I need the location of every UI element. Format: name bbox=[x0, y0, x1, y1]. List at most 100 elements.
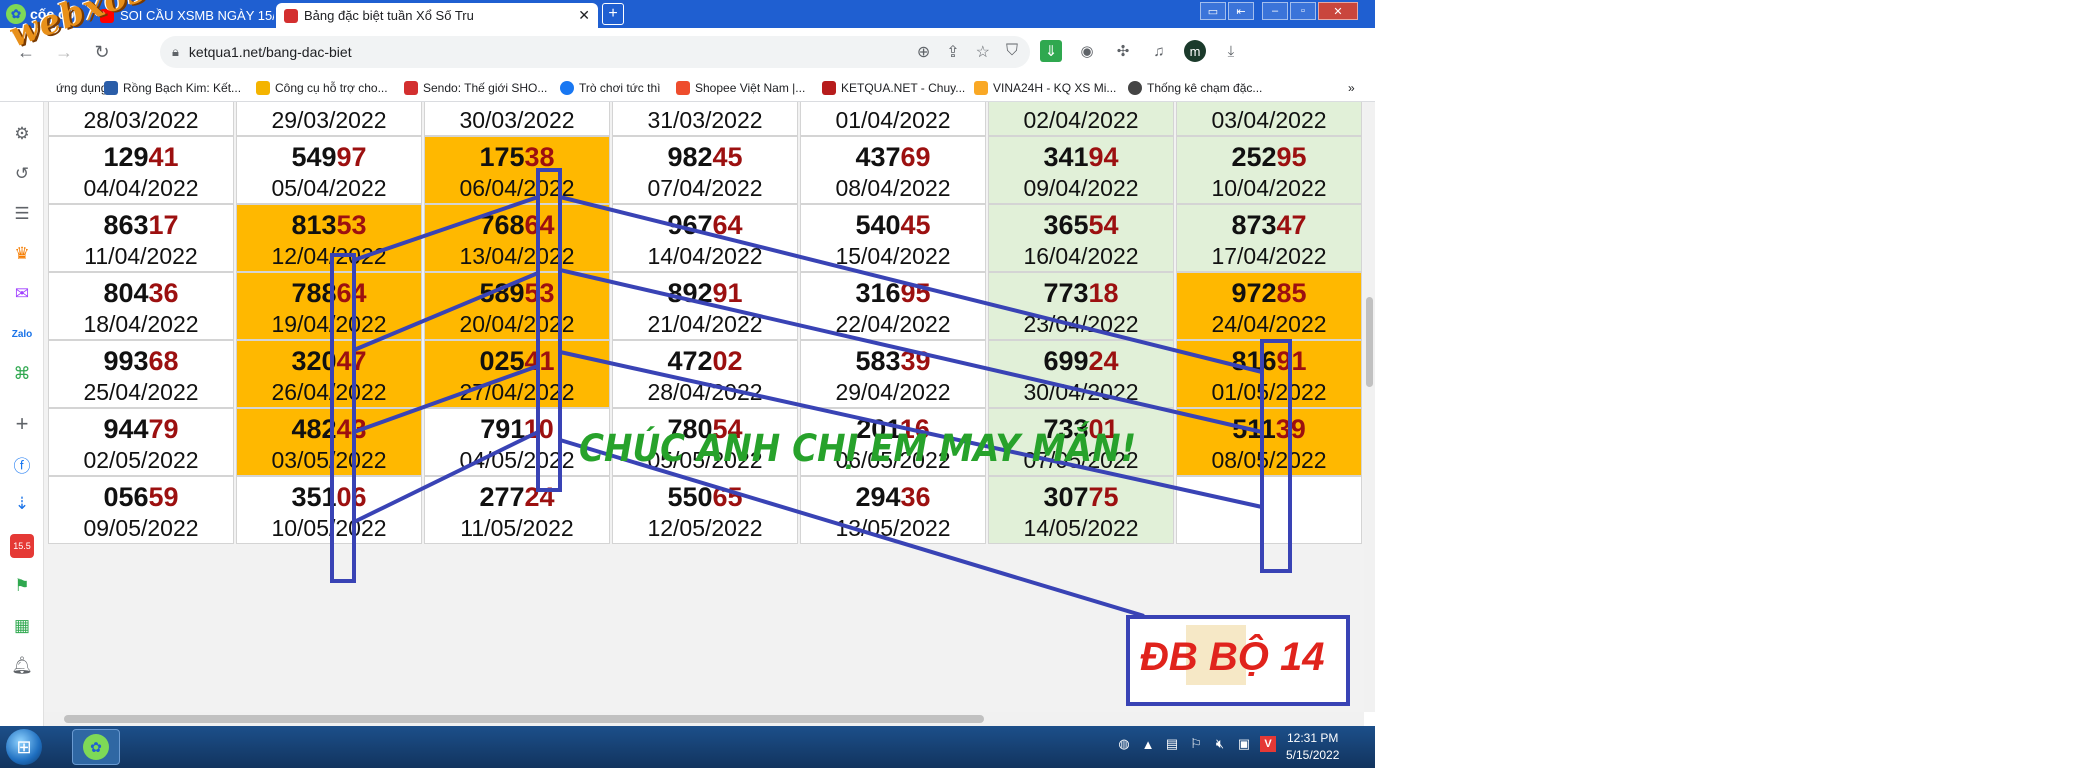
prize-date: 14/05/2022 bbox=[1023, 515, 1139, 541]
prize-number-prefix: 791 bbox=[480, 414, 524, 444]
game-controller-icon[interactable]: ⌘ bbox=[10, 362, 34, 386]
horizontal-scrollbar-thumb[interactable] bbox=[64, 715, 984, 723]
side-panel: ⚙ ↺ ☰ ♛ ✉ Zalo ⌘ + ⓕ ⇣ 15.5 ⚑ ▦ 🔔︎ bbox=[0, 102, 44, 727]
bookmark-item[interactable]: Trò chơi tức thì bbox=[560, 81, 660, 95]
vertical-scrollbar-thumb[interactable] bbox=[1366, 297, 1373, 387]
share-icon[interactable]: ⇪ bbox=[946, 42, 959, 62]
reading-list-icon[interactable]: ☰ bbox=[10, 202, 34, 226]
tab-bang-dac-biet[interactable]: Bảng đặc biệt tuần Xổ Số Tru ✕ bbox=[276, 3, 598, 28]
prize-number-tail: 64 bbox=[336, 278, 367, 308]
prize-number-tail: 36 bbox=[148, 278, 179, 308]
facebook-icon[interactable]: ⓕ bbox=[10, 452, 34, 476]
history-icon[interactable]: ↺ bbox=[10, 162, 34, 186]
prize-date: 29/03/2022 bbox=[271, 107, 387, 133]
crown-icon[interactable]: ♛ bbox=[10, 242, 34, 266]
bookmark-item[interactable]: KETQUA.NET - Chuy... bbox=[822, 81, 965, 95]
system-clock[interactable]: 12:31 PM 5/15/2022 bbox=[1286, 730, 1339, 764]
prize-cell: 48243 03/05/2022 bbox=[236, 408, 422, 476]
bookmark-star-icon[interactable]: ☆ bbox=[976, 42, 990, 62]
prize-cell: 54997 05/04/2022 bbox=[236, 136, 422, 204]
maximize-icon[interactable]: ▫ bbox=[1290, 2, 1316, 20]
browser-window: ✿ cốc cốc SOI CẦU XSMB NGÀY 15/05 ✕ Bảng… bbox=[0, 0, 1375, 768]
network-globe-icon[interactable]: ◍ bbox=[1116, 736, 1132, 752]
vertical-scrollbar[interactable] bbox=[1364, 102, 1375, 712]
bookmark-item[interactable]: Rồng Bạch Kim: Kết... bbox=[104, 81, 241, 95]
result-box: ĐB BỘ 14 bbox=[1126, 615, 1350, 706]
prize-cell: 31762 02/04/2022 bbox=[988, 102, 1174, 136]
downloads-icon[interactable]: ⤓ bbox=[1220, 40, 1242, 62]
prize-number-tail: 44 bbox=[525, 102, 555, 104]
prize-number-prefix: 056 bbox=[103, 482, 149, 512]
volume-muted-icon[interactable]: 🔇︎ bbox=[1212, 736, 1228, 752]
download-arrow-icon[interactable]: ⇓ bbox=[1040, 40, 1062, 62]
prize-cell: 31695 22/04/2022 bbox=[800, 272, 986, 340]
prize-number-prefix: 129 bbox=[103, 142, 149, 172]
prize-number-prefix: 320 bbox=[291, 346, 337, 376]
profile-avatar[interactable]: m bbox=[1184, 40, 1206, 62]
extensions-puzzle-icon[interactable]: ✣ bbox=[1112, 40, 1134, 62]
bookmark-item[interactable]: Sendo: Thế giới SHO... bbox=[404, 81, 547, 95]
notification-bell-icon[interactable]: 🔔︎ bbox=[10, 654, 34, 678]
prize-number-tail: 91 bbox=[712, 278, 743, 308]
start-button[interactable]: ⊞ bbox=[6, 729, 42, 765]
prize-date: 20/04/2022 bbox=[459, 311, 575, 337]
download-icon[interactable]: ⇣ bbox=[10, 492, 34, 516]
prize-number-tail: 45 bbox=[900, 210, 931, 240]
bookmark-item[interactable]: Shopee Việt Nam |... bbox=[676, 81, 805, 95]
prize-number-tail: 94 bbox=[1088, 142, 1119, 172]
zalo-icon[interactable]: Zalo bbox=[10, 322, 34, 346]
bookmark-item[interactable]: Công cụ hỗ trợ cho... bbox=[256, 81, 388, 95]
bookmark-item[interactable]: Thống kê chạm đặc... bbox=[1128, 81, 1262, 95]
taskbar-app-coccoc[interactable]: ✿ bbox=[72, 729, 120, 765]
antivirus-icon[interactable]: V bbox=[1260, 736, 1276, 752]
bookmark-item[interactable]: ứng dụng bbox=[56, 81, 107, 95]
reload-icon[interactable]: ↻ bbox=[90, 40, 114, 64]
media-control-icon[interactable]: ♫ bbox=[1148, 40, 1170, 62]
prize-number: 78864 bbox=[237, 277, 421, 309]
network-icon[interactable]: ▤ bbox=[1164, 736, 1180, 752]
prize-number-prefix: 540 bbox=[855, 210, 901, 240]
device-icon[interactable]: ▣ bbox=[1236, 736, 1252, 752]
prize-number-tail: 62 bbox=[1089, 102, 1119, 104]
flag-icon[interactable]: ⚐ bbox=[1188, 736, 1204, 752]
back-to-top-icon[interactable]: ⇤ bbox=[1228, 2, 1254, 20]
prize-number: 48243 bbox=[237, 413, 421, 445]
bookmark-item[interactable]: VINA24H - KQ XS Mi... bbox=[974, 81, 1116, 95]
messenger-icon[interactable]: ✉ bbox=[10, 282, 34, 306]
close-tab-icon[interactable]: ✕ bbox=[578, 7, 590, 24]
chrome-icon[interactable]: ◉ bbox=[1076, 40, 1098, 62]
prize-number-prefix: 813 bbox=[291, 210, 337, 240]
minimize-icon[interactable]: – bbox=[1262, 2, 1288, 20]
prize-number-prefix: 892 bbox=[667, 278, 713, 308]
close-window-icon[interactable]: ✕ bbox=[1318, 2, 1358, 20]
prize-number-prefix: 482 bbox=[291, 414, 337, 444]
translate-icon[interactable]: ⚑ bbox=[10, 574, 34, 598]
prize-number-prefix: 365 bbox=[1043, 210, 1089, 240]
show-hidden-icon[interactable]: ▲ bbox=[1140, 736, 1156, 752]
zoom-icon[interactable]: ⊕ bbox=[917, 42, 930, 62]
prize-number-prefix: 204 bbox=[103, 102, 148, 104]
bookmarks-overflow-icon[interactable]: » bbox=[1348, 81, 1355, 95]
prize-number-tail: 79 bbox=[148, 414, 179, 444]
sale-calendar-icon[interactable]: 15.5 bbox=[10, 534, 34, 558]
sheets-icon[interactable]: ▦ bbox=[10, 614, 34, 638]
tab-search-icon[interactable]: ▭ bbox=[1200, 2, 1226, 20]
address-bar[interactable]: 🔒︎ ketqua1.net/bang-dac-biet ⊕ ⇪ ☆ ⛉ bbox=[160, 36, 1030, 68]
prize-cell: 47202 28/04/2022 bbox=[612, 340, 798, 408]
prize-number-tail: 01 bbox=[901, 102, 931, 104]
prize-number-tail: 06 bbox=[336, 482, 367, 512]
prize-number-prefix: 549 bbox=[291, 142, 337, 172]
prize-number-tail: 43 bbox=[336, 414, 367, 444]
prize-number: 97285 bbox=[1177, 277, 1361, 309]
new-tab-button[interactable]: + bbox=[602, 3, 624, 25]
forward-arrow-icon[interactable]: → bbox=[52, 40, 76, 64]
prize-number-tail: 02 bbox=[712, 346, 743, 376]
adblock-icon[interactable]: ⛉ bbox=[1006, 42, 1018, 62]
prize-number-prefix: 944 bbox=[103, 414, 149, 444]
prize-cell: 20462 28/03/2022 bbox=[48, 102, 234, 136]
add-icon[interactable]: + bbox=[10, 411, 34, 436]
prize-number-tail: 64 bbox=[712, 210, 743, 240]
prize-number: 29436 bbox=[801, 481, 985, 513]
horizontal-scrollbar[interactable] bbox=[44, 712, 1364, 726]
settings-gear-icon[interactable]: ⚙ bbox=[10, 122, 34, 146]
